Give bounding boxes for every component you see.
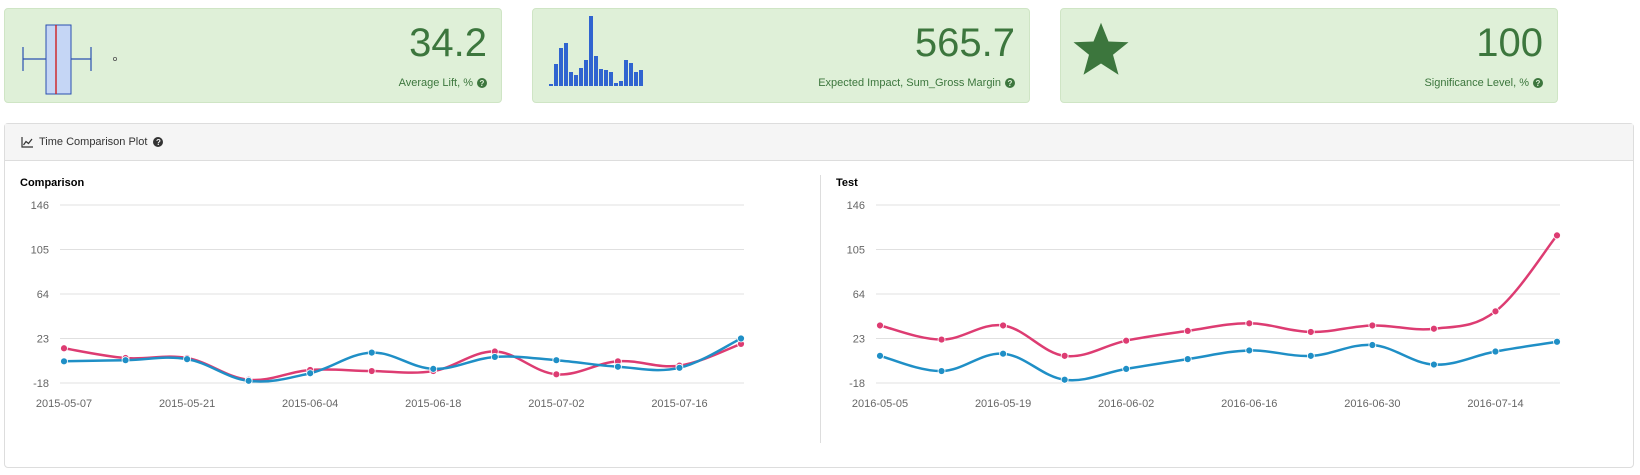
chart-title-test: Test: [836, 177, 858, 189]
data-point[interactable]: [306, 369, 315, 378]
kpi-label: Average Lift, %?: [399, 77, 487, 89]
data-point[interactable]: [1245, 346, 1254, 355]
series-line: [63, 342, 742, 382]
x-tick-label: 2015-07-16: [651, 398, 707, 410]
data-point[interactable]: [937, 367, 946, 375]
data-point[interactable]: [937, 335, 946, 344]
data-point[interactable]: [490, 353, 499, 361]
data-point[interactable]: [60, 344, 68, 353]
help-icon[interactable]: ?: [1533, 78, 1543, 88]
kpi-value: 565.7: [914, 21, 1015, 65]
boxplot-icon: [22, 24, 118, 95]
data-point[interactable]: [1491, 307, 1500, 316]
y-tick-label: 23: [37, 334, 49, 346]
data-point[interactable]: [876, 351, 884, 360]
data-point[interactable]: [1183, 327, 1192, 335]
star-icon: [1073, 22, 1129, 75]
x-tick-label: 2016-05-19: [975, 398, 1031, 410]
panel-header: Time Comparison Plot ?: [5, 124, 1633, 161]
x-tick-label: 2016-06-30: [1344, 398, 1400, 410]
panel-title: Time Comparison Plot: [39, 136, 148, 148]
help-icon[interactable]: ?: [153, 137, 164, 147]
data-point[interactable]: [183, 355, 191, 364]
y-tick-label: -18: [849, 378, 865, 390]
data-point[interactable]: [367, 348, 376, 357]
kpi-label: Expected Impact, Sum_Gross Margin?: [818, 77, 1015, 89]
kpi-card-average-lift: 34.2 Average Lift, %?: [4, 8, 502, 103]
x-tick-label: 2015-05-07: [36, 398, 92, 410]
data-point[interactable]: [999, 349, 1007, 358]
data-point[interactable]: [1245, 319, 1254, 328]
data-point[interactable]: [1122, 336, 1131, 345]
kpi-card-expected-impact: 565.7 Expected Impact, Sum_Gross Margin?: [532, 8, 1030, 103]
help-icon[interactable]: ?: [1005, 78, 1015, 88]
x-tick-label: 2015-05-21: [159, 398, 215, 410]
x-tick-label: 2016-06-16: [1221, 398, 1277, 410]
y-tick-label: 146: [31, 200, 49, 212]
chart-title-comparison: Comparison: [20, 177, 85, 189]
y-tick-label: 64: [37, 289, 49, 301]
line-chart-icon: [21, 136, 33, 148]
data-point[interactable]: [1430, 324, 1438, 333]
y-tick-label: 105: [847, 245, 865, 257]
data-point[interactable]: [429, 364, 438, 373]
data-point[interactable]: [1306, 328, 1315, 336]
data-point[interactable]: [614, 362, 622, 371]
y-tick-label: -18: [33, 378, 49, 390]
data-point[interactable]: [552, 370, 561, 379]
data-point[interactable]: [1306, 351, 1315, 360]
data-point[interactable]: [999, 321, 1007, 330]
data-point[interactable]: [1491, 347, 1500, 356]
data-point[interactable]: [675, 363, 684, 372]
data-point[interactable]: [876, 321, 884, 330]
data-point[interactable]: [1553, 231, 1561, 240]
x-tick-label: 2015-07-02: [528, 398, 584, 410]
data-point[interactable]: [552, 356, 561, 365]
data-point[interactable]: [1183, 355, 1192, 364]
x-tick-label: 2016-06-02: [1098, 398, 1154, 410]
data-point[interactable]: [367, 367, 376, 375]
test-line-chart: 146 105 64 23 -18 2016-05-05 2016-05-19 2016-06…: [847, 200, 1561, 410]
series-line: [63, 337, 742, 383]
y-tick-label: 146: [847, 200, 865, 212]
data-point[interactable]: [1368, 341, 1377, 349]
data-point[interactable]: [1430, 360, 1438, 369]
x-tick-label: 2016-05-05: [852, 398, 908, 410]
data-point[interactable]: [1060, 351, 1069, 360]
x-tick-label: 2016-07-14: [1467, 398, 1523, 410]
data-point[interactable]: [1368, 321, 1377, 330]
kpi-label: Significance Level, %?: [1424, 77, 1543, 89]
help-icon[interactable]: ?: [477, 78, 487, 88]
data-point[interactable]: [737, 334, 745, 343]
comparison-line-chart: 146 105 64 23 -18 2015-05-07 2015-05-21 2015-06…: [31, 200, 745, 410]
data-point[interactable]: [121, 356, 130, 365]
histogram-icon: [549, 16, 643, 86]
kpi-card-significance-level: 100 Significance Level, %?: [1060, 8, 1558, 103]
data-point[interactable]: [1122, 364, 1131, 373]
y-tick-label: 105: [31, 245, 49, 257]
series-line: [879, 340, 1558, 382]
y-tick-label: 23: [853, 334, 865, 346]
y-tick-label: 64: [853, 289, 865, 301]
data-point[interactable]: [1553, 337, 1561, 346]
x-tick-label: 2015-06-04: [282, 398, 338, 410]
data-point[interactable]: [60, 357, 68, 366]
x-tick-label: 2015-06-18: [405, 398, 461, 410]
kpi-value: 34.2: [409, 21, 487, 65]
kpi-value: 100: [1476, 21, 1543, 65]
data-point[interactable]: [244, 376, 253, 385]
data-point[interactable]: [1060, 375, 1069, 384]
